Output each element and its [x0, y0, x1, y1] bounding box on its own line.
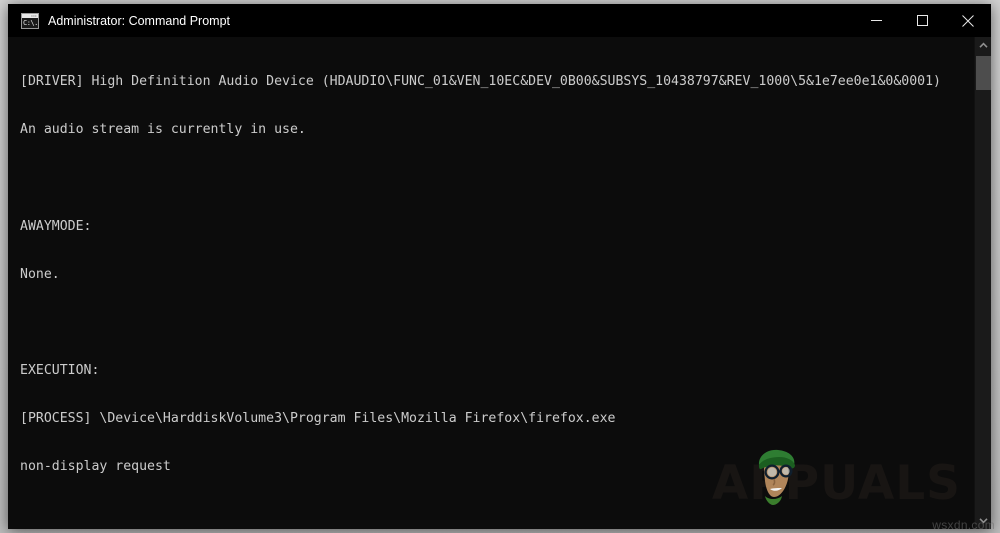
- console-line-awaymode-value: None.: [20, 266, 60, 282]
- close-button[interactable]: [945, 4, 991, 37]
- maximize-button[interactable]: [899, 4, 945, 37]
- console-output[interactable]: [DRIVER] High Definition Audio Device (H…: [8, 37, 974, 529]
- console-line-process: [PROCESS] \Device\HarddiskVolume3\Progra…: [20, 411, 616, 427]
- scrollbar-thumb[interactable]: [976, 56, 991, 90]
- console-line-blank: [20, 170, 974, 186]
- minimize-button[interactable]: [853, 4, 899, 37]
- window-title: Administrator: Command Prompt: [48, 13, 231, 28]
- console-line-execution-header: EXECUTION:: [20, 362, 100, 378]
- console-line-nondisplay: non-display request: [20, 459, 171, 475]
- site-watermark: wsxdn.com: [932, 518, 995, 532]
- command-prompt-window: ••• C:\. Administrator: Command Prompt […: [8, 4, 991, 529]
- scrollbar-up-button[interactable]: [975, 37, 991, 54]
- desktop-background: ••• C:\. Administrator: Command Prompt […: [0, 0, 1000, 533]
- vertical-scrollbar[interactable]: [974, 37, 991, 529]
- chevron-up-icon: [979, 42, 988, 48]
- console-area[interactable]: [DRIVER] High Definition Audio Device (H…: [8, 37, 991, 529]
- title-bar[interactable]: ••• C:\. Administrator: Command Prompt: [8, 4, 991, 37]
- console-line: An audio stream is currently in use.: [20, 122, 306, 138]
- minimize-icon: [870, 20, 882, 21]
- console-line-awaymode-header: AWAYMODE:: [20, 218, 92, 234]
- console-line-blank: [20, 315, 974, 331]
- window-controls: [853, 4, 991, 37]
- maximize-icon: [916, 15, 928, 26]
- cmd-icon-glyph: C:\.: [22, 17, 38, 28]
- title-bar-left: ••• C:\. Administrator: Command Prompt: [8, 12, 853, 29]
- console-line-blank: [20, 507, 974, 523]
- cmd-icon: ••• C:\.: [21, 12, 39, 29]
- console-line: [DRIVER] High Definition Audio Device (H…: [20, 74, 941, 90]
- close-icon: [962, 14, 974, 27]
